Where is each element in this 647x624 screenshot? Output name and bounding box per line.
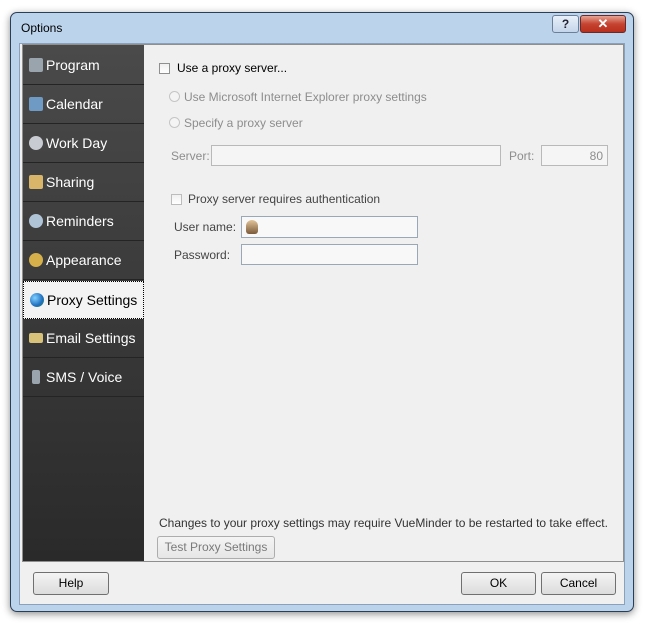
proxy-settings-panel: Use a proxy server... Use Microsoft Inte… <box>145 45 623 561</box>
use-proxy-label: Use a proxy server... <box>177 61 288 75</box>
window-title: Options <box>21 21 63 35</box>
ie-settings-label: Use Microsoft Internet Explorer proxy se… <box>184 90 427 104</box>
username-input[interactable] <box>241 216 418 238</box>
port-label: Port: <box>509 149 535 163</box>
sidebar-item-reminders[interactable]: Reminders <box>23 203 144 241</box>
password-input[interactable] <box>241 244 418 265</box>
dialog-body: Program Calendar Work Day Sharing Remind… <box>19 43 625 605</box>
sidebar-item-program[interactable]: Program <box>23 47 144 85</box>
clock-icon <box>29 136 43 150</box>
program-icon <box>29 58 43 72</box>
sidebar-item-sharing[interactable]: Sharing <box>23 164 144 202</box>
options-panel: Program Calendar Work Day Sharing Remind… <box>22 44 624 562</box>
port-input[interactable]: 80 <box>541 145 608 166</box>
sidebar-item-appearance[interactable]: Appearance <box>23 242 144 280</box>
calendar-icon <box>29 97 43 111</box>
sidebar-item-calendar[interactable]: Calendar <box>23 86 144 124</box>
reminders-icon <box>29 214 43 228</box>
test-proxy-button[interactable]: Test Proxy Settings <box>157 536 275 559</box>
sidebar-item-label: Calendar <box>46 96 103 112</box>
specify-proxy-label: Specify a proxy server <box>184 116 303 130</box>
appearance-icon <box>29 253 43 267</box>
sidebar-item-label: SMS / Voice <box>46 369 123 385</box>
sidebar-item-work-day[interactable]: Work Day <box>23 125 144 163</box>
globe-icon <box>30 293 44 307</box>
sidebar-item-email-settings[interactable]: Email Settings <box>23 320 144 358</box>
specify-proxy-radio[interactable] <box>169 117 180 128</box>
ie-settings-radio[interactable] <box>169 91 180 102</box>
cancel-button[interactable]: Cancel <box>541 572 616 595</box>
title-bar[interactable]: Options ? ✕ <box>11 13 633 43</box>
options-dialog: Options ? ✕ Program Calendar Work Day Sh… <box>10 12 634 612</box>
sidebar-item-label: Work Day <box>46 135 108 151</box>
sidebar-item-label: Email Settings <box>46 330 136 346</box>
sidebar: Program Calendar Work Day Sharing Remind… <box>23 45 144 561</box>
email-icon <box>29 333 43 343</box>
ok-button[interactable]: OK <box>461 572 536 595</box>
user-icon <box>246 220 258 234</box>
password-label: Password: <box>174 248 231 262</box>
sidebar-item-label: Program <box>46 57 100 73</box>
username-label: User name: <box>174 220 237 234</box>
sidebar-item-label: Reminders <box>46 213 114 229</box>
sidebar-item-label: Proxy Settings <box>47 292 138 308</box>
help-title-button[interactable]: ? <box>552 15 579 33</box>
close-button[interactable]: ✕ <box>580 15 626 33</box>
phone-icon <box>32 370 40 384</box>
port-value: 80 <box>589 149 603 163</box>
sidebar-item-proxy-settings[interactable]: Proxy Settings <box>23 281 144 319</box>
server-input[interactable] <box>211 145 501 166</box>
use-proxy-checkbox[interactable] <box>159 63 170 74</box>
server-label: Server: <box>171 149 210 163</box>
sidebar-item-label: Appearance <box>46 252 122 268</box>
sharing-icon <box>29 175 43 189</box>
sidebar-item-label: Sharing <box>46 174 95 190</box>
auth-label: Proxy server requires authentication <box>188 192 381 206</box>
auth-checkbox[interactable] <box>171 194 182 205</box>
sidebar-item-sms-voice[interactable]: SMS / Voice <box>23 359 144 397</box>
restart-note: Changes to your proxy settings may requi… <box>159 516 608 530</box>
help-button[interactable]: Help <box>33 572 109 595</box>
